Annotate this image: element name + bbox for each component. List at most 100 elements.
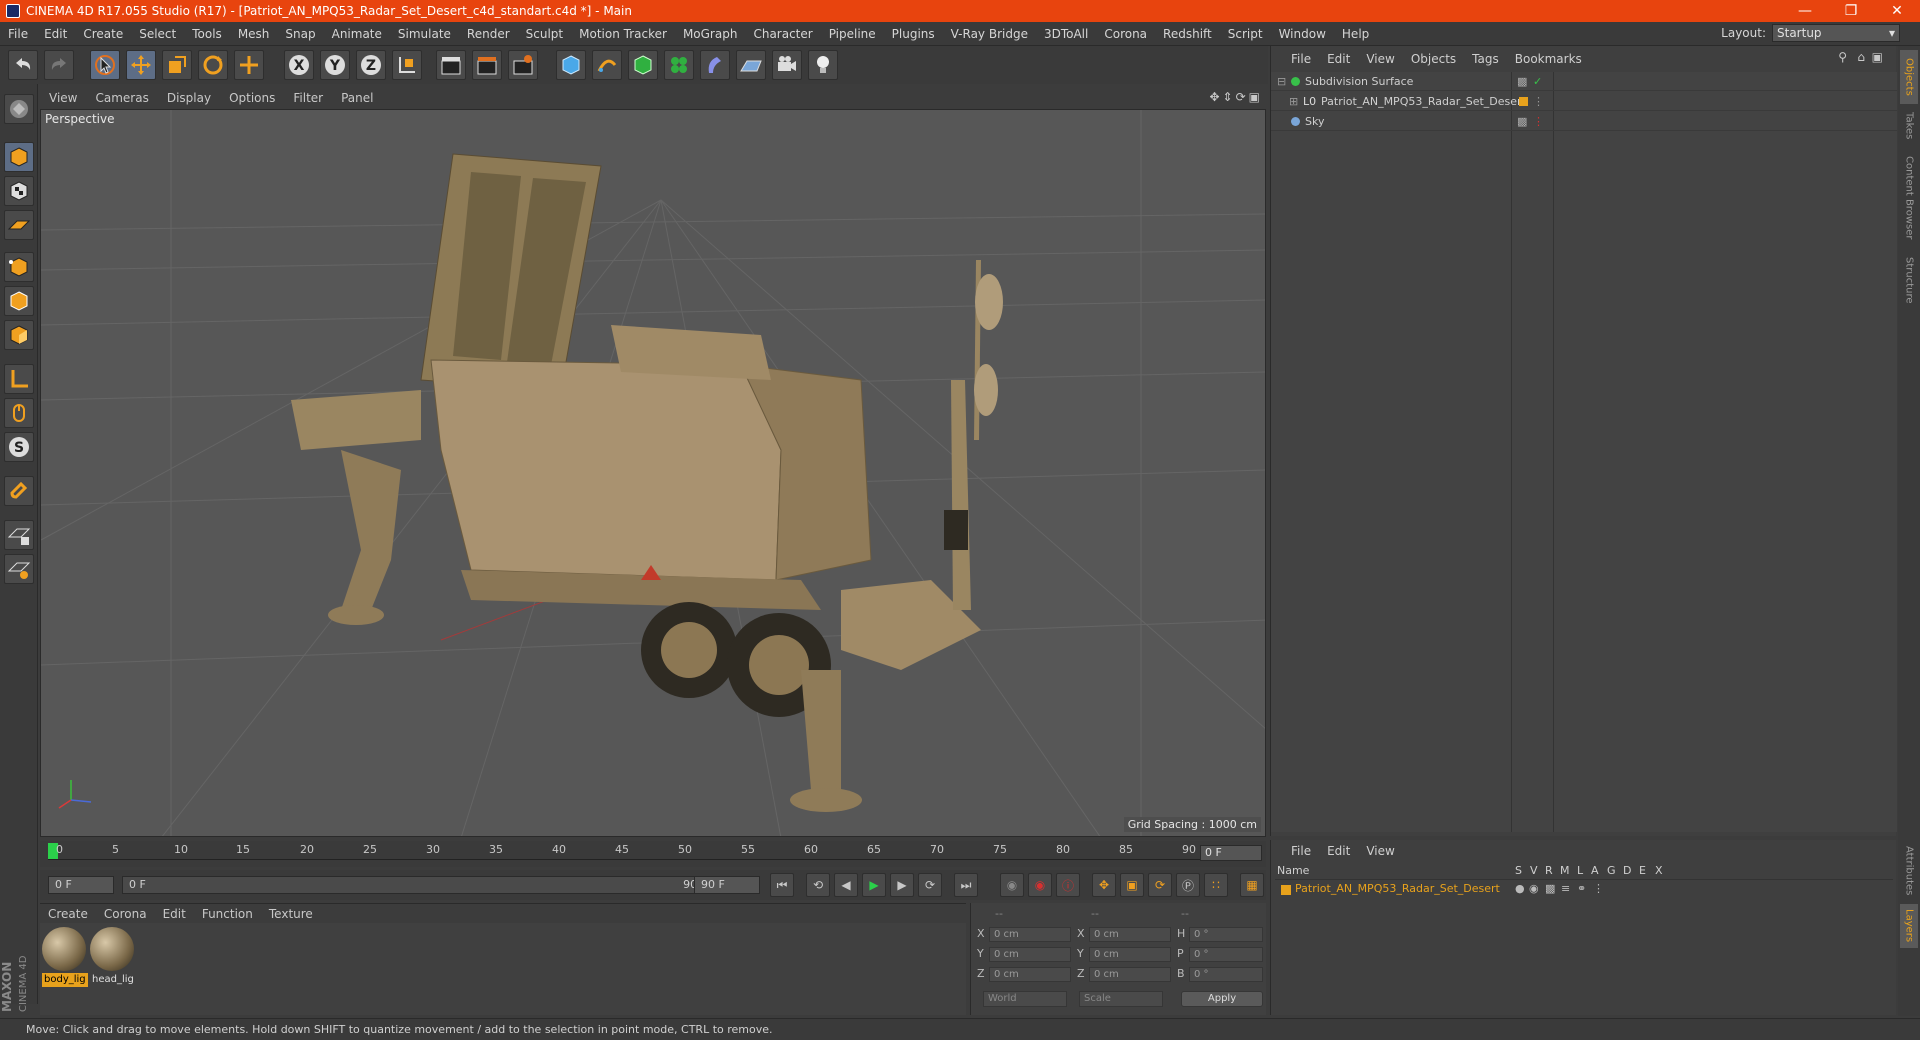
viewport-menu-panel[interactable]: Panel xyxy=(332,91,382,105)
go-to-start-button[interactable]: ⏮ xyxy=(770,873,794,897)
visibility-dots-icon[interactable]: ⋮ xyxy=(1533,92,1544,111)
layers-menu-view[interactable]: View xyxy=(1358,844,1402,858)
tab-content-browser[interactable]: Content Browser xyxy=(1900,148,1918,248)
workplane-axis-button[interactable] xyxy=(4,554,34,584)
menu-character[interactable]: Character xyxy=(745,27,820,41)
render-settings-button[interactable] xyxy=(508,50,538,80)
preview-range-slider[interactable]: 0 F 90 F xyxy=(122,876,722,894)
manager-toggle-icon[interactable]: ≡ xyxy=(1561,882,1570,895)
apply-button[interactable]: Apply xyxy=(1181,991,1263,1007)
viewport-pan-icon[interactable]: ✥ xyxy=(1209,90,1219,104)
menu-3dtoall[interactable]: 3DToAll xyxy=(1036,27,1096,41)
live-selection-tool[interactable] xyxy=(90,50,120,80)
visibility-dots-icon[interactable]: ▩ xyxy=(1517,72,1527,91)
layers-menu-edit[interactable]: Edit xyxy=(1319,844,1358,858)
objects-menu-file[interactable]: File xyxy=(1283,52,1319,66)
tab-layers[interactable]: Layers xyxy=(1900,904,1918,948)
material-menu-function[interactable]: Function xyxy=(194,907,261,921)
next-frame-button[interactable]: ▶ xyxy=(890,873,914,897)
tab-structure[interactable]: Structure xyxy=(1900,250,1918,310)
menu-script[interactable]: Script xyxy=(1220,27,1271,41)
scale-key-button[interactable]: ▣ xyxy=(1120,873,1144,897)
size-x-field[interactable]: 0 cm xyxy=(1089,927,1171,942)
objects-menu-tags[interactable]: Tags xyxy=(1464,52,1507,66)
frame-ruler[interactable]: 0 5 10 15 20 25 30 35 40 45 50 55 60 65 … xyxy=(48,843,1208,865)
view-toggle-icon[interactable]: ◉ xyxy=(1529,882,1539,895)
viewport-menu-view[interactable]: View xyxy=(40,91,86,105)
texture-mode-button[interactable] xyxy=(4,176,34,206)
edges-mode-button[interactable] xyxy=(4,286,34,316)
tab-attributes[interactable]: Attributes xyxy=(1900,840,1918,902)
recent-tool[interactable] xyxy=(234,50,264,80)
size-mode-select[interactable]: Scale xyxy=(1079,991,1163,1007)
layout-select[interactable]: Startup xyxy=(1772,24,1900,42)
make-editable-button[interactable] xyxy=(4,94,34,124)
viewport-toggle-layout-icon[interactable]: ▣ xyxy=(1249,90,1260,104)
menu-redshift[interactable]: Redshift xyxy=(1155,27,1220,41)
rotate-tool[interactable] xyxy=(198,50,228,80)
deformer-button[interactable] xyxy=(700,50,730,80)
layer-color-swatch[interactable] xyxy=(1519,97,1528,106)
enabled-check-icon[interactable]: ✓ xyxy=(1533,72,1542,91)
menu-create[interactable]: Create xyxy=(75,27,131,41)
play-button[interactable]: ▶ xyxy=(862,873,886,897)
magnet-button[interactable] xyxy=(4,476,34,506)
previous-key-button[interactable]: ⟲ xyxy=(806,873,830,897)
render-toggle-icon[interactable]: ▩ xyxy=(1545,882,1555,895)
layer-color-swatch[interactable] xyxy=(1281,885,1291,895)
menu-select[interactable]: Select xyxy=(131,27,184,41)
material-menu-texture[interactable]: Texture xyxy=(261,907,321,921)
material-menu-corona[interactable]: Corona xyxy=(96,907,155,921)
search-icon[interactable]: ⚲ xyxy=(1838,50,1847,64)
viewport-menu-cameras[interactable]: Cameras xyxy=(86,91,157,105)
viewport-menu-filter[interactable]: Filter xyxy=(284,91,332,105)
light-button[interactable] xyxy=(808,50,838,80)
menu-corona[interactable]: Corona xyxy=(1096,27,1155,41)
lock-toggle-icon[interactable]: ⚭ xyxy=(1577,882,1586,895)
close-button[interactable]: ✕ xyxy=(1874,0,1920,22)
polygons-mode-button[interactable] xyxy=(4,320,34,350)
menu-snap[interactable]: Snap xyxy=(277,27,323,41)
layer-row[interactable]: Patriot_AN_MPQ53_Radar_Set_Desert ● ◉ ▩ … xyxy=(1275,882,1893,898)
size-z-field[interactable]: 0 cm xyxy=(1089,967,1171,982)
menu-mograph[interactable]: MoGraph xyxy=(675,27,746,41)
cloner-button[interactable] xyxy=(664,50,694,80)
collapse-icon[interactable]: ⊟ xyxy=(1277,72,1286,91)
next-key-button[interactable]: ⟳ xyxy=(918,873,942,897)
start-frame-field[interactable]: 0 F xyxy=(48,876,114,894)
rot-h-field[interactable]: 0 ° xyxy=(1189,927,1263,942)
menu-window[interactable]: Window xyxy=(1271,27,1334,41)
menu-mesh[interactable]: Mesh xyxy=(230,27,278,41)
undo-button[interactable] xyxy=(8,50,38,80)
material-head-lig[interactable]: head_lig xyxy=(90,927,136,987)
tweak-mode-button[interactable] xyxy=(4,398,34,428)
object-row-patriot[interactable]: ⊞ L0 Patriot_AN_MPQ53_Radar_Set_Desert ⋮ xyxy=(1271,92,1897,111)
objects-menu-bookmarks[interactable]: Bookmarks xyxy=(1507,52,1590,66)
layers-menu-file[interactable]: File xyxy=(1283,844,1319,858)
menu-sculpt[interactable]: Sculpt xyxy=(518,27,571,41)
size-y-field[interactable]: 0 cm xyxy=(1089,947,1171,962)
timeline-window-button[interactable]: ▦ xyxy=(1240,873,1264,897)
material-body-lig[interactable]: body_lig xyxy=(42,927,88,987)
visibility-dots-icon[interactable]: ▩ xyxy=(1517,112,1527,131)
record-active-objects-button[interactable]: ◉ xyxy=(1000,873,1024,897)
menu-render[interactable]: Render xyxy=(459,27,518,41)
objects-menu-objects[interactable]: Objects xyxy=(1403,52,1464,66)
material-menu-create[interactable]: Create xyxy=(40,907,96,921)
keyframe-selection-button[interactable]: ⓘ xyxy=(1056,873,1080,897)
menu-plugins[interactable]: Plugins xyxy=(884,27,943,41)
workplane-lock-button[interactable] xyxy=(4,520,34,550)
pos-z-field[interactable]: 0 cm xyxy=(989,967,1071,982)
camera-button[interactable] xyxy=(772,50,802,80)
menu-help[interactable]: Help xyxy=(1334,27,1377,41)
x-axis-lock[interactable]: X xyxy=(284,50,314,80)
move-tool[interactable] xyxy=(126,50,156,80)
expand-icon[interactable]: ⊞ xyxy=(1289,92,1298,111)
objects-menu-view[interactable]: View xyxy=(1358,52,1402,66)
position-key-button[interactable]: ✥ xyxy=(1092,873,1116,897)
solo-toggle-icon[interactable]: ● xyxy=(1515,882,1525,895)
points-mode-button[interactable] xyxy=(4,252,34,282)
timeline-ruler[interactable]: 0 5 10 15 20 25 30 35 40 45 50 55 60 65 … xyxy=(40,841,1266,867)
viewport-dolly-icon[interactable]: ⇕ xyxy=(1223,90,1233,104)
enable-axis-button[interactable] xyxy=(4,364,34,394)
